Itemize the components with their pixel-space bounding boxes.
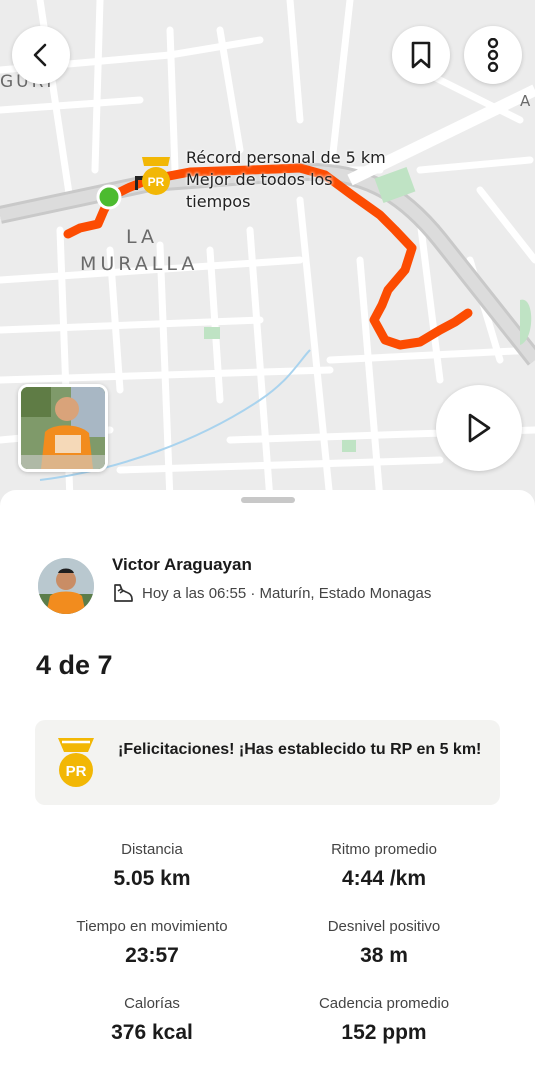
stat-value: 376 kcal xyxy=(111,1021,193,1044)
pr-banner[interactable]: PR ¡Felicitaciones! ¡Has establecido tu … xyxy=(35,720,500,805)
avatar[interactable] xyxy=(38,558,94,614)
activity-title: 4 de 7 xyxy=(36,650,113,680)
stat-elevation-gain: Desnivel positivo 38 m xyxy=(269,917,499,968)
pr-badge-label: PR xyxy=(66,763,87,780)
athlete-name[interactable]: Victor Araguayan xyxy=(112,554,431,576)
route-map[interactable]: PR LA MURALLA GURI A Récord personal de … xyxy=(0,0,535,520)
stat-label: Cadencia promedio xyxy=(318,995,450,1012)
stat-calories: Calorías 376 kcal xyxy=(37,994,267,1045)
athlete-header[interactable]: Victor Araguayan Hoy a las 06:55 · Matur… xyxy=(38,554,431,614)
stat-label: Calorías xyxy=(124,995,180,1012)
pr-callout-line3: tiempos xyxy=(186,192,251,211)
bookmark-icon xyxy=(411,41,431,69)
pr-marker-label: PR xyxy=(148,175,165,189)
stat-value: 23:57 xyxy=(125,944,179,967)
pr-callout-line2: Mejor de todos los xyxy=(186,170,333,189)
stat-value: 5.05 km xyxy=(113,867,191,890)
play-icon xyxy=(468,413,491,443)
stat-avg-pace: Ritmo promedio 4:44 /km xyxy=(269,840,499,891)
stat-value: 152 ppm xyxy=(341,1021,427,1044)
activity-detail-sheet: Victor Araguayan Hoy a las 06:55 · Matur… xyxy=(0,490,535,1080)
activity-date-location: Hoy a las 06:55 · Maturín, Estado Monaga… xyxy=(142,584,432,602)
avatar-image xyxy=(38,558,94,614)
activity-meta: Hoy a las 06:55 · Maturín, Estado Monaga… xyxy=(112,583,431,603)
runner-photo xyxy=(21,387,105,469)
map-label-muralla: MURALLA xyxy=(80,253,199,275)
run-shoe-icon xyxy=(114,584,133,602)
map-label-la: LA xyxy=(126,226,159,248)
stat-label: Distancia xyxy=(121,841,183,858)
map-label-right: A xyxy=(520,92,531,110)
back-button[interactable] xyxy=(12,26,70,84)
pr-map-callout: Récord personal de 5 km Mejor de todos l… xyxy=(186,147,386,213)
bookmark-button[interactable] xyxy=(392,26,450,84)
stat-value: 4:44 /km xyxy=(341,867,427,890)
pr-medal-icon: PR xyxy=(58,738,94,787)
pr-callout-line1: Récord personal de 5 km xyxy=(186,148,386,167)
chevron-left-icon xyxy=(33,43,47,67)
stat-label: Ritmo promedio xyxy=(331,841,437,858)
stat-label: Tiempo en movimiento xyxy=(76,918,228,935)
pr-message: ¡Felicitaciones! ¡Has establecido tu RP … xyxy=(118,741,482,758)
stat-label: Desnivel positivo xyxy=(327,918,441,935)
stat-avg-cadence: Cadencia promedio 152 ppm xyxy=(269,994,499,1045)
play-flyover-button[interactable] xyxy=(436,385,522,471)
activity-photo-thumbnail[interactable] xyxy=(18,384,108,472)
pr-map-marker-icon: PR xyxy=(142,157,170,195)
stat-moving-time: Tiempo en movimiento 23:57 xyxy=(37,917,267,968)
start-marker xyxy=(96,184,122,210)
more-options-button[interactable] xyxy=(464,26,522,84)
more-vertical-icon xyxy=(487,38,499,72)
sheet-drag-handle[interactable] xyxy=(241,497,295,503)
stat-value: 38 m xyxy=(360,944,408,967)
stat-distance: Distancia 5.05 km xyxy=(37,840,267,891)
